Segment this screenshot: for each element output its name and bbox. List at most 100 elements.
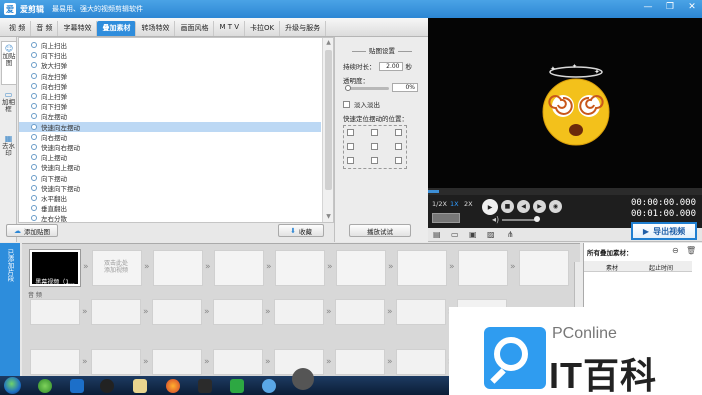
share-icon[interactable]: ⋔ [507, 230, 514, 239]
effect-item[interactable]: 放大扫弹 [19, 60, 321, 70]
effect-radio-icon[interactable] [31, 195, 37, 201]
effect-item[interactable]: 左右分散 [19, 213, 321, 222]
effect-radio-icon[interactable] [31, 52, 37, 59]
effect-radio-icon[interactable] [31, 144, 37, 150]
edit-icon[interactable]: ▨ [487, 230, 495, 239]
side-tab-remove-watermark[interactable]: ▦ 去水印 [1, 133, 16, 173]
media-player-icon[interactable] [198, 379, 212, 393]
volume-icon[interactable]: ◂) [492, 215, 499, 224]
tab-mtv[interactable]: M T V [214, 21, 246, 36]
scroll-down-icon[interactable]: ▼ [325, 213, 332, 220]
audio-slot[interactable] [213, 299, 263, 325]
duration-input[interactable]: 2.00 [378, 61, 403, 71]
tab-karaoke[interactable]: 卡拉OK [245, 21, 281, 36]
effect-radio-icon[interactable] [31, 154, 37, 161]
speed-slider[interactable] [432, 213, 460, 223]
effect-item[interactable]: 快速向下摆动 [19, 183, 321, 193]
effect-radio-icon[interactable] [31, 82, 37, 89]
tab-picture-style[interactable]: 画面风格 [175, 21, 215, 36]
audio-slot[interactable] [30, 349, 80, 375]
effect-list-scrollbar[interactable]: ▲ ▼ [322, 38, 333, 222]
effect-item[interactable]: 向右摆动 [19, 132, 321, 142]
minimize-button[interactable]: — [642, 2, 654, 12]
effect-radio-icon[interactable] [31, 42, 37, 48]
volume-slider[interactable] [502, 219, 538, 221]
effect-item[interactable]: 向右扫弹 [19, 81, 321, 91]
effect-radio-icon[interactable] [31, 164, 37, 171]
effect-item[interactable]: 水平翻出 [19, 193, 321, 203]
audio-slot[interactable] [396, 349, 446, 375]
effect-item[interactable]: 向上扫出 [19, 40, 321, 50]
tab-video[interactable]: 视 频 [4, 21, 32, 36]
security-shield-icon[interactable] [230, 379, 244, 393]
audio-slot[interactable] [396, 299, 446, 325]
preview-effect-button[interactable]: 播放试试 [349, 224, 411, 237]
audio-slot[interactable] [335, 299, 385, 325]
effect-radio-icon[interactable] [31, 184, 37, 191]
effect-radio-icon[interactable] [31, 72, 37, 79]
effect-item[interactable]: 向左扫弹 [19, 71, 321, 81]
position-bottom-left[interactable] [347, 157, 354, 164]
audio-slot[interactable] [213, 349, 263, 375]
delete-icon[interactable]: 🗑 [686, 246, 696, 255]
audio-slot[interactable] [152, 349, 202, 375]
effect-radio-icon[interactable] [31, 62, 37, 69]
scroll-thumb[interactable] [325, 50, 332, 190]
position-bottom-center[interactable] [371, 157, 378, 164]
empty-clip-slot[interactable] [336, 250, 386, 286]
tab-upgrade-service[interactable]: 升级与服务 [280, 21, 327, 36]
position-middle-right[interactable] [395, 143, 402, 150]
empty-clip-slot[interactable] [519, 250, 569, 286]
opacity-slider-knob[interactable] [345, 85, 351, 91]
position-top-right[interactable] [395, 129, 402, 136]
position-bottom-right[interactable] [395, 157, 402, 164]
collect-button[interactable]: ⬇ 收藏 [278, 224, 324, 237]
tab-subtitle-effects[interactable]: 字幕特效 [58, 21, 98, 36]
prev-frame-button[interactable]: ◀ [517, 200, 530, 213]
play-button[interactable]: ▶ [482, 199, 498, 215]
opacity-value[interactable]: 0% [392, 83, 418, 92]
speed-double[interactable]: 2X [464, 200, 473, 208]
empty-clip-slot[interactable] [153, 250, 203, 286]
effect-item[interactable]: 快速向上摆动 [19, 162, 321, 172]
speed-half[interactable]: 1/2X [432, 200, 447, 208]
maximize-button[interactable]: ❐ [664, 2, 676, 12]
scroll-up-icon[interactable]: ▲ [325, 39, 332, 46]
effect-item[interactable]: 快速向右摆动 [19, 142, 321, 152]
add-circle-icon[interactable]: ⊖ [672, 246, 679, 255]
effect-item[interactable]: 向左摆动 [19, 111, 321, 121]
effect-radio-icon[interactable] [31, 205, 37, 212]
audio-slot[interactable] [274, 299, 324, 325]
audio-slot[interactable] [91, 299, 141, 325]
effect-radio-icon[interactable] [31, 133, 37, 140]
explorer-icon[interactable] [70, 379, 84, 393]
tab-transitions[interactable]: 转场特效 [136, 21, 176, 36]
snapshot-button[interactable]: ◉ [549, 200, 562, 213]
added-clips-tab[interactable]: 已添加片段 [0, 243, 20, 376]
audio-slot[interactable] [152, 299, 202, 325]
browser-icon[interactable] [38, 379, 52, 393]
folder-open-icon[interactable]: ▭ [451, 230, 459, 239]
position-center[interactable] [371, 143, 378, 150]
effect-item[interactable]: 向上摆动 [19, 152, 321, 162]
firefox-icon[interactable] [166, 379, 180, 393]
effect-radio-icon[interactable] [31, 103, 37, 110]
effect-radio-icon[interactable] [31, 113, 37, 120]
volume-slider-knob[interactable] [534, 216, 540, 222]
position-middle-left[interactable] [347, 143, 354, 150]
audio-slot[interactable] [30, 299, 80, 325]
tab-overlay-materials[interactable]: 叠加素材 [97, 21, 137, 36]
export-video-button[interactable]: ▶ 导出视频 [631, 222, 697, 240]
tab-audio[interactable]: 音 频 [31, 21, 59, 36]
effect-radio-icon[interactable] [31, 174, 37, 181]
scissors-icon[interactable] [292, 368, 314, 390]
add-sticker-button[interactable]: ☁ 添加贴图 [6, 224, 58, 237]
effect-item[interactable]: 向下扫出 [19, 50, 321, 60]
stop-button[interactable]: ■ [501, 200, 514, 213]
effect-item[interactable]: 向上扫弹 [19, 91, 321, 101]
audio-slot[interactable] [91, 349, 141, 375]
side-tab-add-sticker[interactable]: ☺ 加贴图 [1, 41, 16, 85]
speed-normal[interactable]: 1X [450, 200, 459, 208]
empty-clip-slot[interactable] [214, 250, 264, 286]
side-tab-add-frame[interactable]: ▭ 加相框 [1, 89, 16, 129]
